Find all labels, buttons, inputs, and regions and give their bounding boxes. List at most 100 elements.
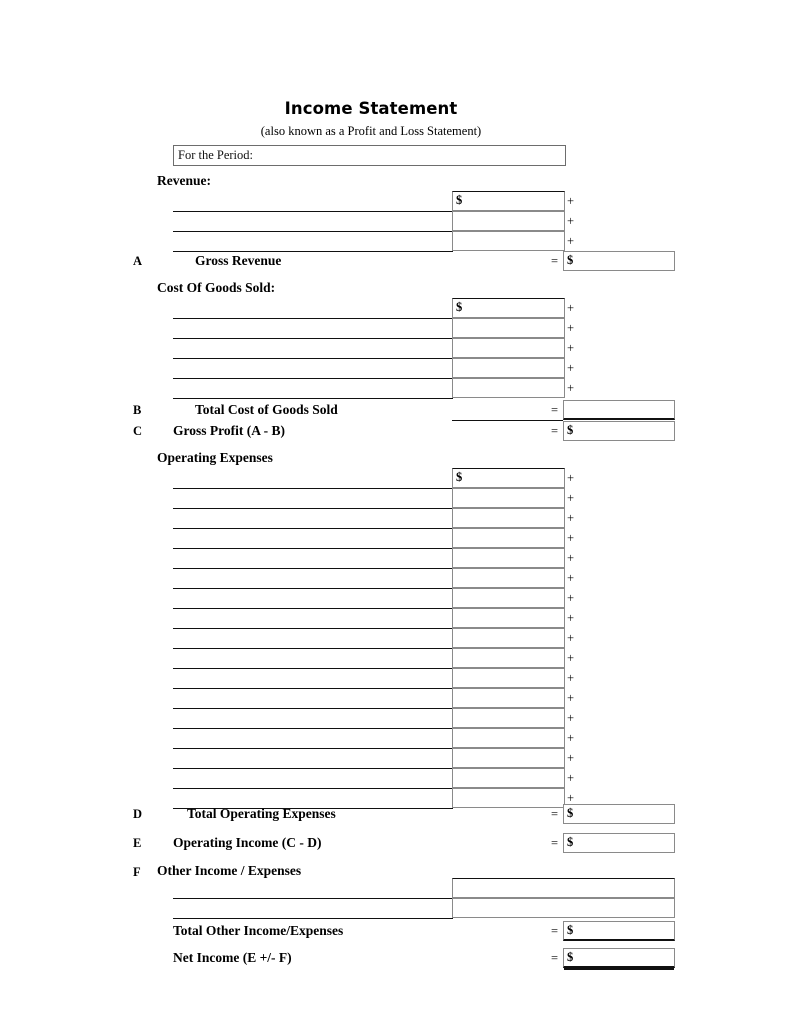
- page-subtitle: (also known as a Profit and Loss Stateme…: [260, 124, 482, 138]
- gross-revenue-letter: A: [133, 254, 143, 268]
- operating-income-value-box[interactable]: $: [563, 833, 675, 853]
- opex-plus-operator: +: [567, 491, 575, 505]
- opex-amount-cell[interactable]: $: [452, 468, 565, 488]
- for-the-period-label: For the Period:: [178, 148, 253, 162]
- total-cogs-value-box[interactable]: [563, 400, 675, 420]
- gross-profit-value-box[interactable]: $: [563, 421, 675, 441]
- opex-writein-line[interactable]: [173, 528, 453, 529]
- revenue-amount-cell[interactable]: [452, 231, 565, 251]
- total-other-income-value-box[interactable]: $: [563, 921, 675, 941]
- other-income-writein-line[interactable]: [173, 898, 453, 899]
- opex-writein-line[interactable]: [173, 648, 453, 649]
- opex-writein-line[interactable]: [173, 788, 453, 789]
- dollar-sign: $: [456, 300, 463, 314]
- opex-amount-cell[interactable]: [452, 648, 565, 668]
- cogs-writein-line[interactable]: [173, 398, 453, 399]
- opex-writein-line[interactable]: [173, 508, 453, 509]
- opex-writein-line[interactable]: [173, 568, 453, 569]
- dollar-sign: $: [567, 835, 574, 849]
- cogs-plus-operator: +: [567, 301, 575, 315]
- for-the-period-input[interactable]: For the Period:: [173, 145, 566, 166]
- opex-plus-operator: +: [567, 511, 575, 525]
- cogs-amount-cell[interactable]: [452, 338, 565, 358]
- other-income-amount-cell[interactable]: [452, 898, 675, 918]
- opex-plus-operator: +: [567, 631, 575, 645]
- opex-plus-operator: +: [567, 651, 575, 665]
- opex-writein-line[interactable]: [173, 588, 453, 589]
- dollar-sign: $: [456, 470, 463, 484]
- cogs-amount-cell[interactable]: [452, 378, 565, 398]
- total-other-income-equals-operator: =: [551, 924, 559, 938]
- revenue-amount-cell[interactable]: [452, 211, 565, 231]
- cogs-amount-cell[interactable]: [452, 358, 565, 378]
- opex-writein-line[interactable]: [173, 608, 453, 609]
- opex-amount-cell[interactable]: [452, 548, 565, 568]
- total-opex-value-box[interactable]: $: [563, 804, 675, 824]
- income-statement-page: Income Statement (also known as a Profit…: [0, 0, 791, 1024]
- dollar-sign: $: [567, 806, 574, 820]
- total-cogs-rule: [452, 420, 563, 421]
- revenue-plus-operator: +: [567, 194, 575, 208]
- opex-plus-operator: +: [567, 531, 575, 545]
- opex-plus-operator: +: [567, 571, 575, 585]
- cogs-plus-operator: +: [567, 321, 575, 335]
- opex-plus-operator: +: [567, 771, 575, 785]
- revenue-writein-line[interactable]: [173, 211, 453, 212]
- opex-amount-cell[interactable]: [452, 508, 565, 528]
- opex-amount-cell[interactable]: [452, 668, 565, 688]
- opex-plus-operator: +: [567, 671, 575, 685]
- dollar-sign: $: [567, 950, 574, 964]
- opex-writein-line[interactable]: [173, 628, 453, 629]
- cogs-writein-line[interactable]: [173, 338, 453, 339]
- other-income-amount-cell[interactable]: [452, 878, 675, 898]
- opex-amount-cell[interactable]: [452, 568, 565, 588]
- opex-plus-operator: +: [567, 691, 575, 705]
- other-income-writein-line[interactable]: [173, 918, 453, 919]
- gross-profit-label: Gross Profit (A - B): [173, 423, 285, 438]
- cogs-writein-line[interactable]: [173, 358, 453, 359]
- opex-amount-cell[interactable]: [452, 748, 565, 768]
- opex-writein-line[interactable]: [173, 728, 453, 729]
- opex-amount-cell[interactable]: [452, 768, 565, 788]
- cogs-writein-line[interactable]: [173, 318, 453, 319]
- cogs-amount-cell[interactable]: $: [452, 298, 565, 318]
- opex-amount-cell[interactable]: [452, 488, 565, 508]
- section-heading-cogs: Cost Of Goods Sold:: [157, 280, 276, 295]
- opex-writein-line[interactable]: [173, 668, 453, 669]
- opex-amount-cell[interactable]: [452, 588, 565, 608]
- cogs-plus-operator: +: [567, 381, 575, 395]
- gross-revenue-label: Gross Revenue: [195, 253, 282, 268]
- opex-amount-cell[interactable]: [452, 708, 565, 728]
- revenue-amount-cell[interactable]: $: [452, 191, 565, 211]
- revenue-plus-operator: +: [567, 234, 575, 248]
- opex-writein-line[interactable]: [173, 688, 453, 689]
- dollar-sign: $: [567, 923, 574, 937]
- opex-plus-operator: +: [567, 731, 575, 745]
- total-opex-equals-operator: =: [551, 807, 559, 821]
- revenue-writein-line[interactable]: [173, 231, 453, 232]
- opex-writein-line[interactable]: [173, 548, 453, 549]
- opex-writein-line[interactable]: [173, 768, 453, 769]
- net-income-value-box[interactable]: $: [563, 948, 675, 968]
- operating-income-equals-operator: =: [551, 836, 559, 850]
- opex-plus-operator: +: [567, 551, 575, 565]
- opex-writein-line[interactable]: [173, 748, 453, 749]
- opex-amount-cell[interactable]: [452, 608, 565, 628]
- opex-amount-cell[interactable]: [452, 628, 565, 648]
- dollar-sign: $: [567, 253, 574, 267]
- section-heading-other-income: Other Income / Expenses: [157, 863, 302, 878]
- page-title: Income Statement: [284, 99, 458, 118]
- gross-revenue-value-box[interactable]: $: [563, 251, 675, 271]
- opex-writein-line[interactable]: [173, 488, 453, 489]
- opex-amount-cell[interactable]: [452, 788, 565, 808]
- opex-plus-operator: +: [567, 711, 575, 725]
- opex-amount-cell[interactable]: [452, 728, 565, 748]
- opex-amount-cell[interactable]: [452, 688, 565, 708]
- revenue-writein-line[interactable]: [173, 251, 453, 252]
- cogs-writein-line[interactable]: [173, 378, 453, 379]
- cogs-amount-cell[interactable]: [452, 318, 565, 338]
- opex-writein-line[interactable]: [173, 708, 453, 709]
- dollar-sign: $: [456, 193, 463, 207]
- opex-amount-cell[interactable]: [452, 528, 565, 548]
- dollar-sign: $: [567, 423, 574, 437]
